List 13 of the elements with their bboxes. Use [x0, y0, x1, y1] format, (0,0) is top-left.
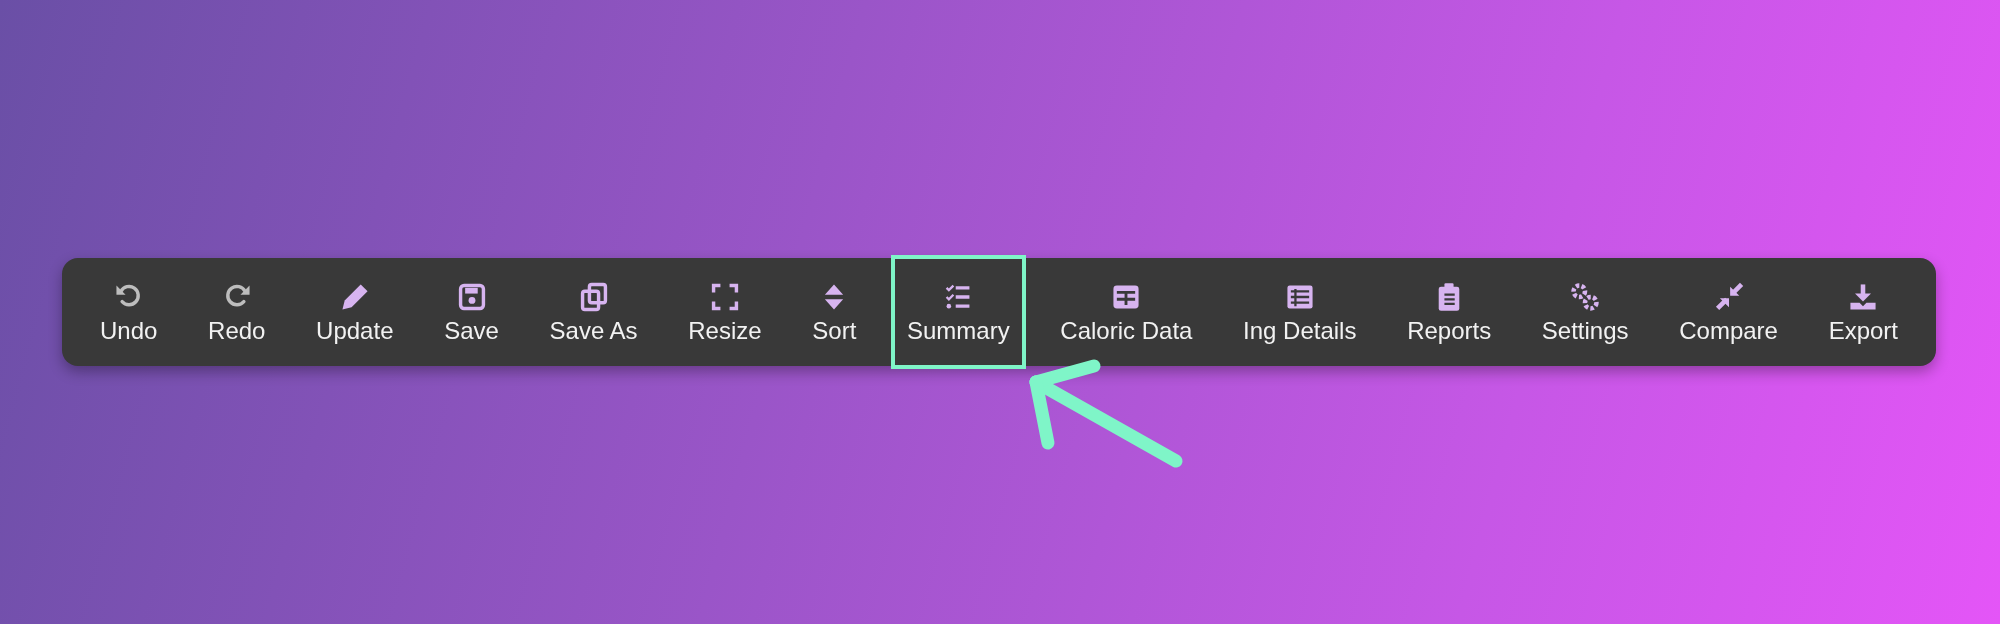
toolbar-button[interactable]: Ing Details — [1227, 265, 1373, 359]
toolbar-button[interactable]: Reports — [1391, 265, 1508, 359]
toolbar-button[interactable]: Caloric Data — [1044, 265, 1209, 359]
toolbar-button[interactable]: Update — [300, 265, 410, 359]
gears-icon — [1569, 281, 1602, 313]
toolbar-button[interactable]: Save — [428, 265, 515, 359]
toolbar-button[interactable]: Sort — [796, 265, 873, 359]
toolbar-button[interactable]: Summary — [891, 255, 1026, 369]
toolbar-button[interactable]: Compare — [1663, 265, 1794, 359]
toolbar-button[interactable]: Export — [1812, 265, 1914, 359]
toolbar-button[interactable]: Resize — [672, 265, 778, 359]
toolbar-button[interactable]: Save As — [533, 265, 654, 359]
toolbar-button[interactable]: Settings — [1525, 265, 1645, 359]
